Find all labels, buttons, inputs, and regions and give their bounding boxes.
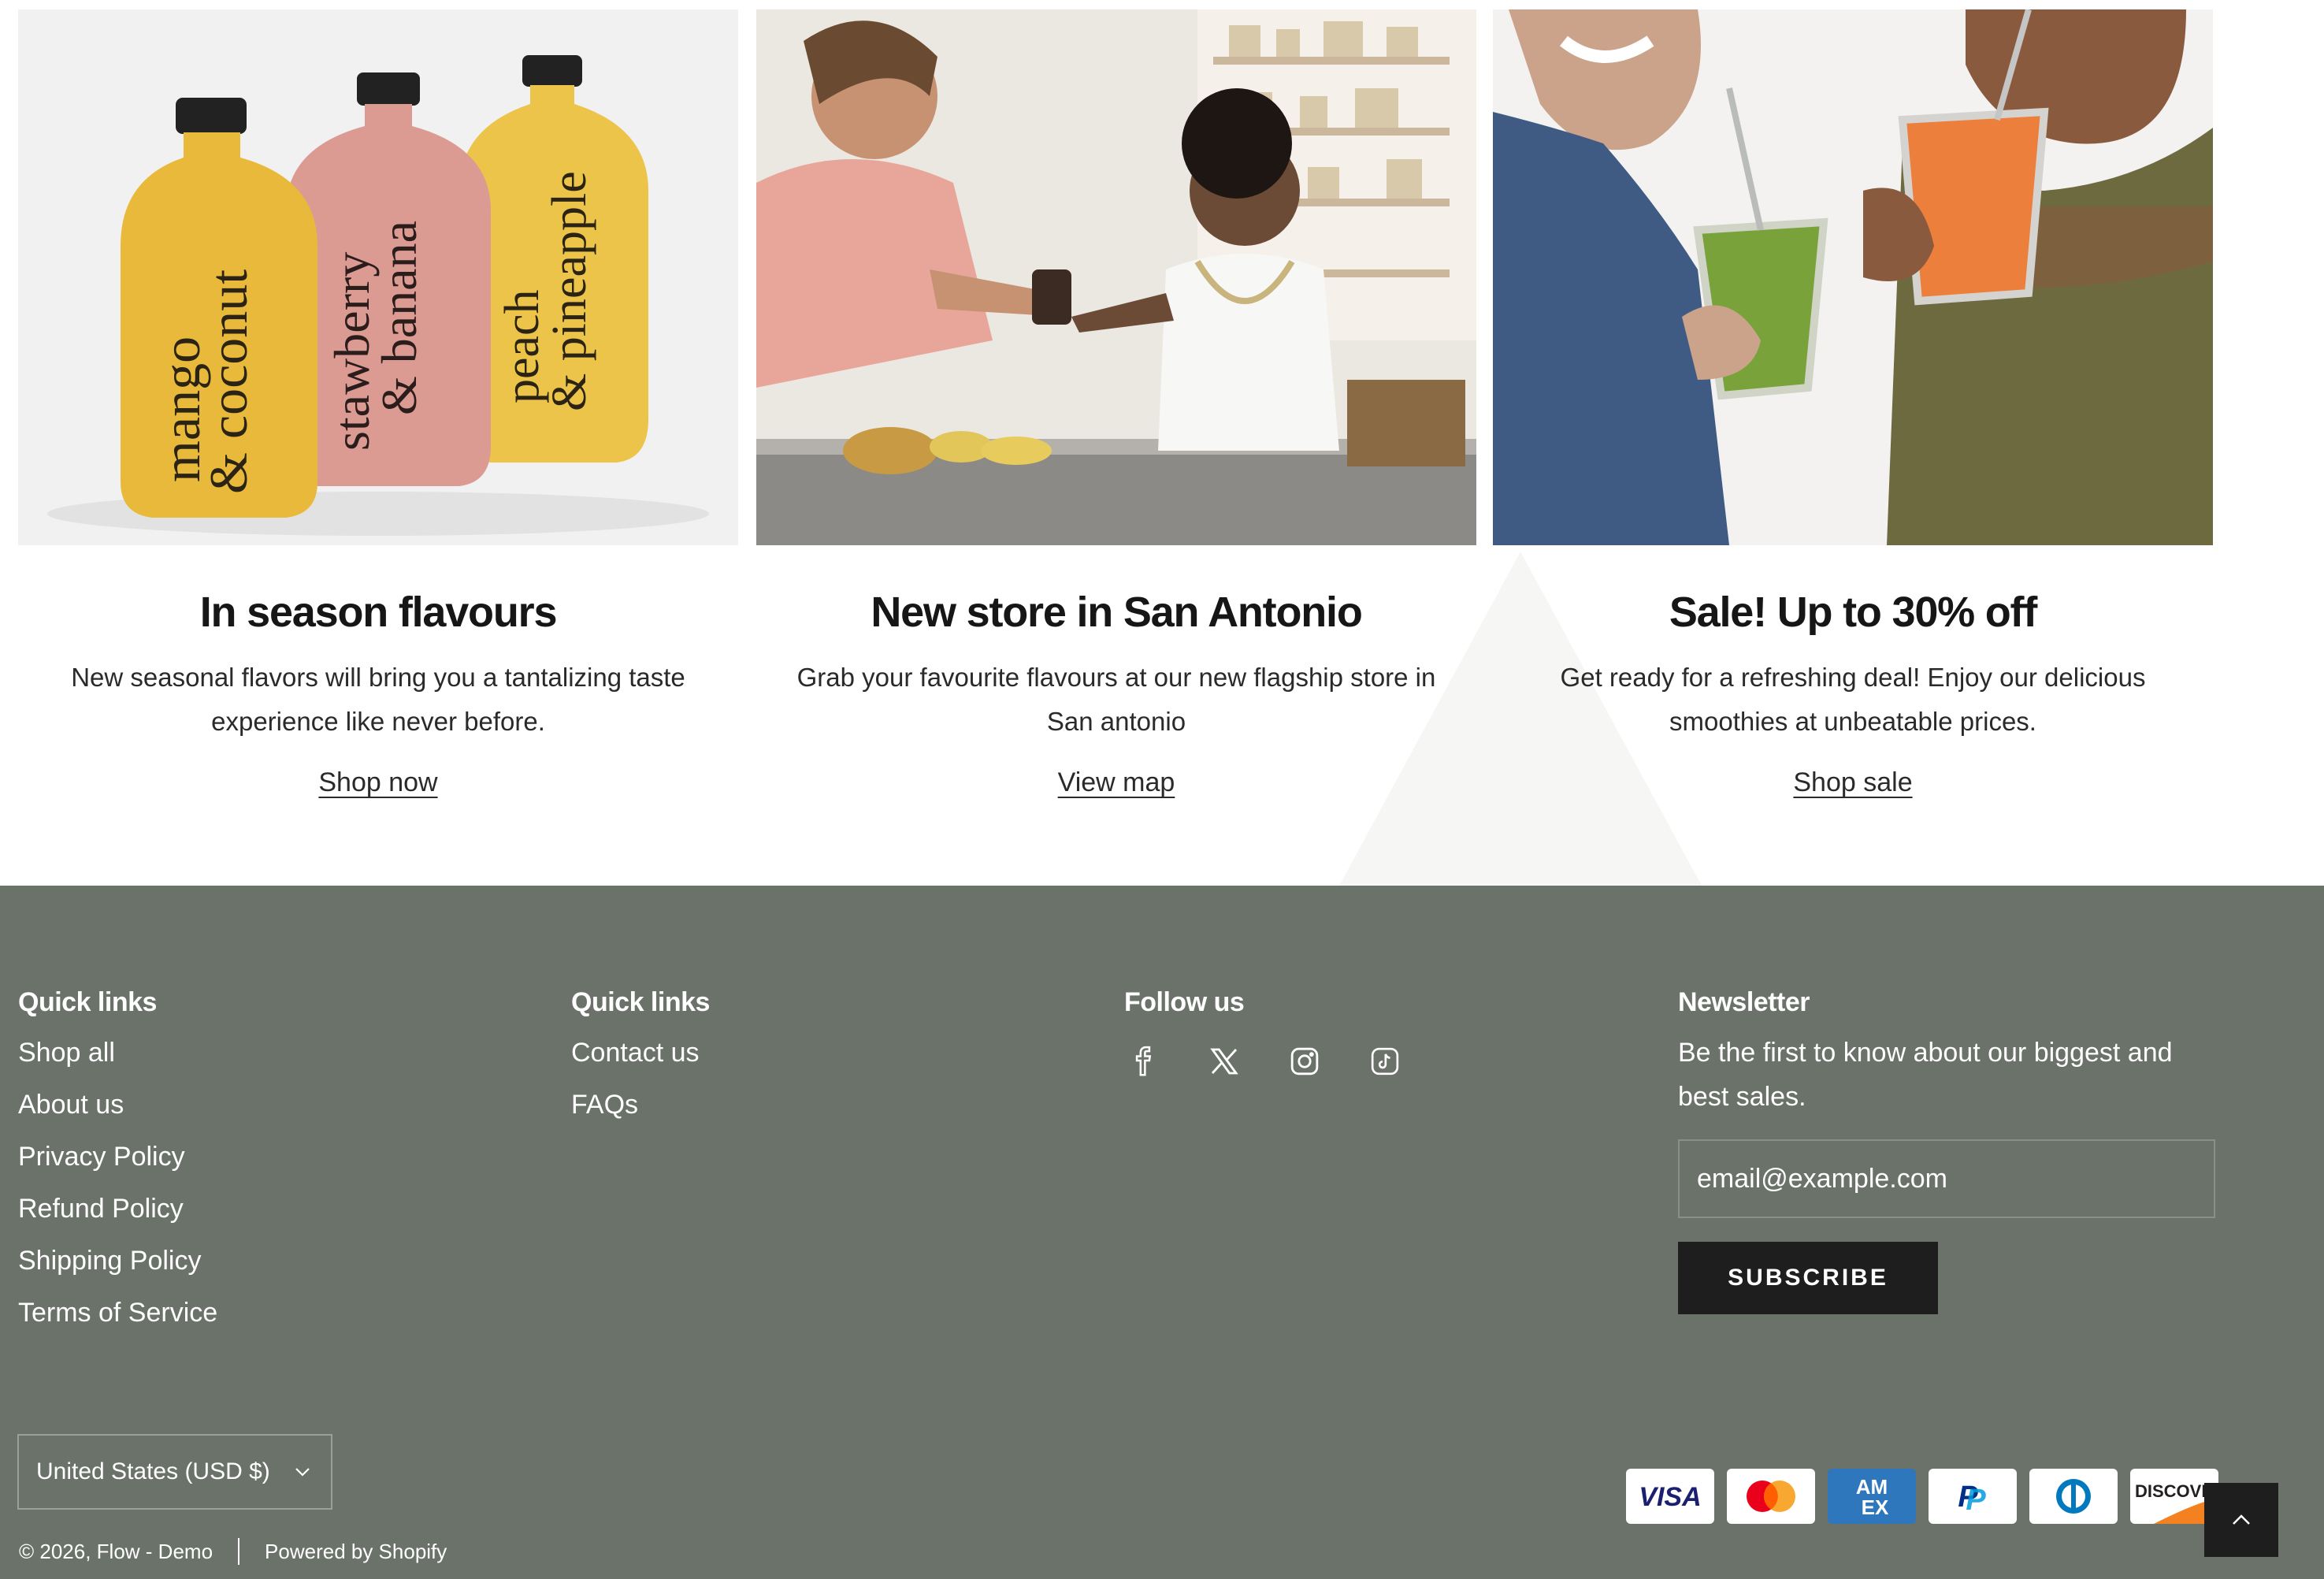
back-to-top-button[interactable] (2204, 1483, 2278, 1557)
footer-link-about-us[interactable]: About us (18, 1089, 217, 1120)
site-footer: Quick links Shop all About us Privacy Po… (0, 886, 2324, 1579)
card-description: Get ready for a refreshing deal! Enjoy o… (1560, 663, 2146, 736)
copyright-bar: © 2026, Flow - Demo Powered by Shopify (19, 1538, 447, 1565)
diners-club-icon (2029, 1469, 2118, 1524)
promo-section: peach & pineapple stawberry & banana man… (0, 0, 2324, 886)
promo-card-new-store: New store in San Antonio Grab your favou… (756, 9, 1476, 798)
svg-text:EX: EX (1862, 1495, 1889, 1519)
footer-link-faqs[interactable]: FAQs (571, 1089, 710, 1120)
subscribe-button[interactable]: SUBSCRIBE (1678, 1242, 1938, 1314)
promo-card-sale: Sale! Up to 30% off Get ready for a refr… (1493, 9, 2213, 798)
newsletter-description: Be the first to know about our biggest a… (1678, 1038, 2173, 1112)
footer-heading: Quick links (18, 987, 157, 1017)
bottle-label-coconut: & coconut (199, 269, 258, 494)
card-title: In season flavours (199, 589, 558, 636)
mastercard-icon (1727, 1469, 1815, 1524)
chevron-down-icon (295, 1468, 310, 1477)
card-description: Grab your favourite flavours at our new … (796, 663, 1436, 736)
currency-selector[interactable]: United States (USD $) (17, 1434, 332, 1510)
footer-link-contact-us[interactable]: Contact us (571, 1037, 710, 1068)
bottle-label-peach: peach (496, 289, 549, 403)
card-image-smoothies (1493, 9, 2213, 545)
newsletter-email-input[interactable] (1678, 1139, 2215, 1218)
footer-heading: Quick links (571, 987, 710, 1017)
footer-follow-us: Follow us (1124, 986, 1405, 1081)
shop-now-link[interactable]: Shop now (318, 767, 437, 798)
paypal-icon: PP (1929, 1469, 2017, 1524)
footer-link-shop-all[interactable]: Shop all (18, 1037, 217, 1068)
juice-bottles-illustration: peach & pineapple stawberry & banana man… (18, 9, 738, 545)
card-image-store-counter (756, 9, 1476, 545)
instagram-icon[interactable] (1285, 1042, 1324, 1081)
svg-text:P: P (1966, 1484, 1986, 1517)
promo-card-seasonal: peach & pineapple stawberry & banana man… (18, 9, 738, 798)
visa-text: VISA (1639, 1482, 1701, 1512)
card-description: New seasonal flavors will bring you a ta… (71, 663, 685, 736)
visa-icon: VISA (1626, 1469, 1714, 1524)
card-title: Sale! Up to 30% off (1669, 589, 2037, 636)
smoothie-drinkers-photo-placeholder (1493, 9, 2213, 545)
footer-link-shipping-policy[interactable]: Shipping Policy (18, 1245, 217, 1276)
powered-by-shopify-link[interactable]: Powered by Shopify (265, 1540, 447, 1564)
amex-icon: AM EX (1828, 1469, 1916, 1524)
footer-newsletter: Newsletter Be the first to know about ou… (1678, 986, 2215, 1314)
bottle-label-banana: & banana (371, 221, 427, 415)
view-map-link[interactable]: View map (1058, 767, 1175, 798)
social-links (1124, 1042, 1405, 1081)
facebook-icon[interactable] (1124, 1042, 1164, 1081)
footer-quick-links-2: Quick links Contact us FAQs (571, 986, 710, 1141)
footer-heading: Newsletter (1678, 987, 1810, 1017)
copyright-text: © 2026, Flow - Demo (19, 1539, 213, 1563)
shop-sale-link[interactable]: Shop sale (1793, 767, 1912, 798)
footer-heading: Follow us (1124, 987, 1245, 1017)
footer-link-privacy-policy[interactable]: Privacy Policy (18, 1141, 217, 1172)
copyright-divider (238, 1538, 240, 1565)
currency-label: United States (USD $) (36, 1458, 270, 1484)
chevron-up-icon (2233, 1514, 2250, 1525)
payment-methods: VISA AM EX PP DISCOVER (1626, 1469, 2218, 1524)
tiktok-icon[interactable] (1365, 1042, 1405, 1081)
card-title: New store in San Antonio (871, 589, 1362, 636)
footer-link-refund-policy[interactable]: Refund Policy (18, 1193, 217, 1224)
x-icon[interactable] (1205, 1042, 1244, 1081)
card-image-juice-bottles: peach & pineapple stawberry & banana man… (18, 9, 738, 545)
footer-link-terms-of-service[interactable]: Terms of Service (18, 1297, 217, 1328)
bottle-label-pineapple: & pineapple (543, 171, 596, 411)
store-counter-photo-placeholder (756, 9, 1476, 545)
footer-quick-links-1: Quick links Shop all About us Privacy Po… (18, 986, 217, 1349)
